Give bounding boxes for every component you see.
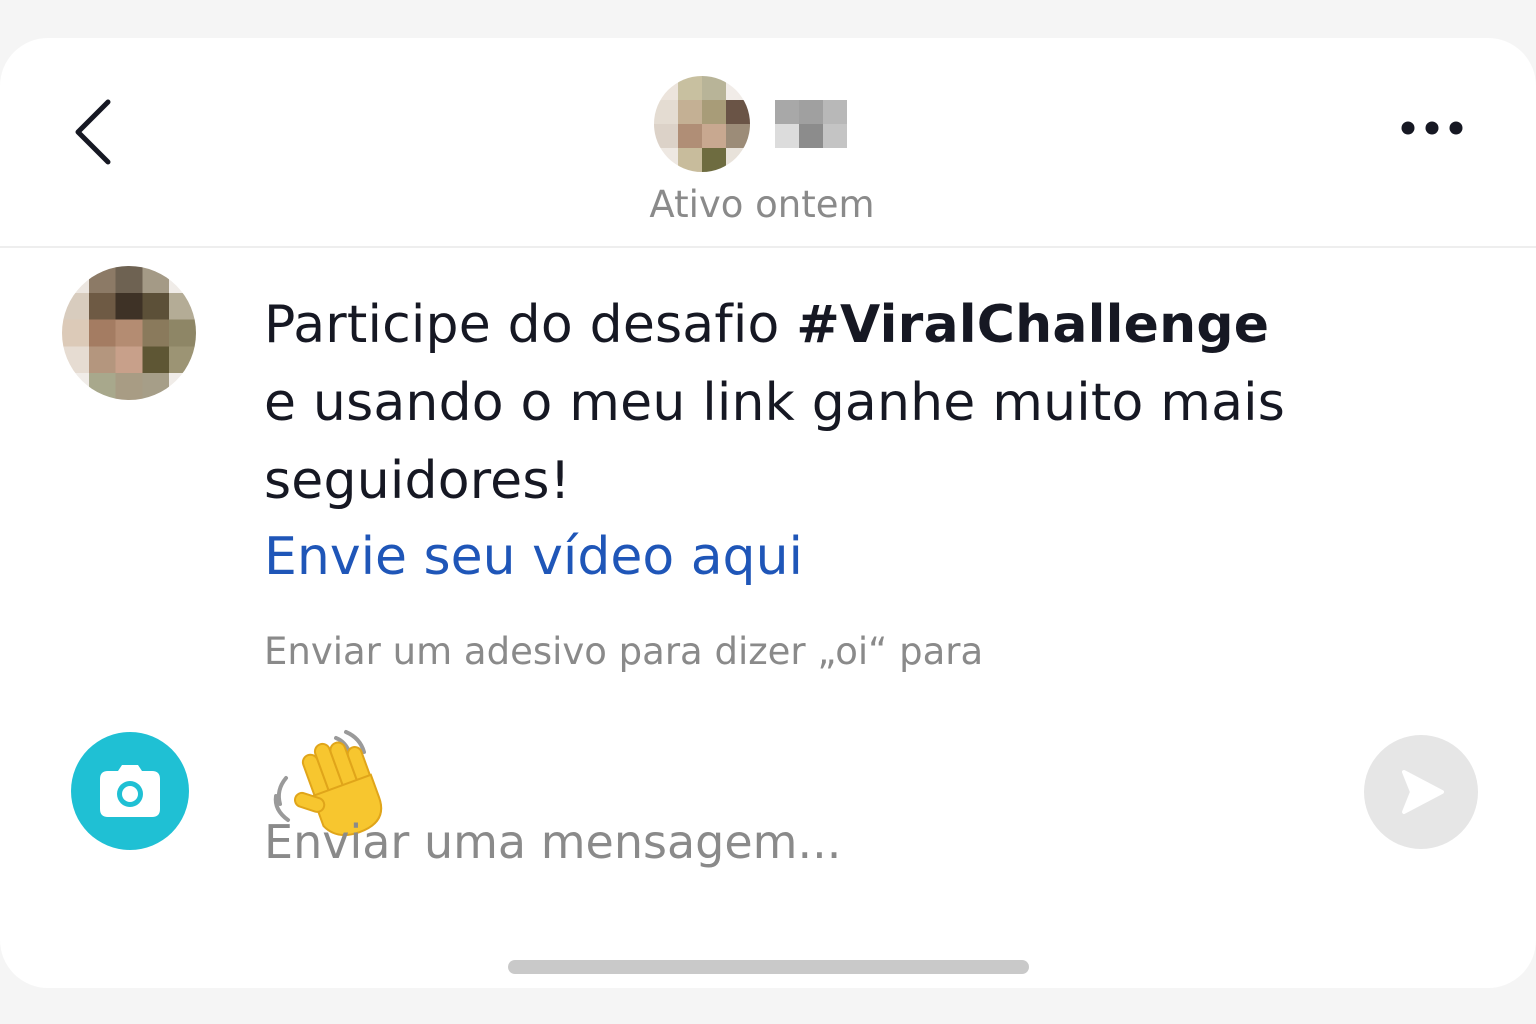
pixelated-name-image: [775, 100, 847, 148]
send-button[interactable]: [1364, 735, 1478, 849]
sender-avatar[interactable]: [62, 266, 196, 400]
contact-name-pixelated[interactable]: [774, 100, 848, 148]
camera-icon: [100, 765, 160, 817]
message-input[interactable]: [264, 806, 1324, 878]
home-indicator[interactable]: [508, 960, 1029, 974]
message-text-prefix: Participe do desafio: [264, 295, 797, 355]
contact-avatar[interactable]: [654, 76, 750, 172]
message-link[interactable]: Envie seu vídeo aqui: [264, 518, 803, 596]
pixelated-avatar-image: [654, 76, 750, 172]
message-line-2: e usando o meu link ganhe muito mais: [264, 373, 1286, 433]
message-line-3: seguidores!: [264, 451, 571, 511]
hashtag[interactable]: #ViralChallenge: [796, 295, 1269, 355]
message-line-1: Participe do desafio #ViralChallenge: [264, 286, 1424, 364]
back-button[interactable]: [66, 94, 126, 170]
message-bubble-text: Participe do desafio #ViralChallenge e u…: [264, 286, 1424, 520]
chat-header: Ativo ontem: [0, 38, 1536, 248]
more-options-button[interactable]: [1392, 108, 1472, 148]
chevron-left-icon: [75, 99, 111, 165]
sticker-hint: Enviar um adesivo para dizer „oi“ para: [264, 630, 984, 673]
send-icon: [1402, 770, 1444, 814]
contact-status: Ativo ontem: [649, 183, 875, 226]
chat-screen: Ativo ontem Participe do desafio #ViralC…: [0, 38, 1536, 988]
more-horizontal-icon: [1401, 121, 1463, 135]
pixelated-avatar-image: [62, 266, 196, 400]
camera-button[interactable]: [71, 732, 189, 850]
